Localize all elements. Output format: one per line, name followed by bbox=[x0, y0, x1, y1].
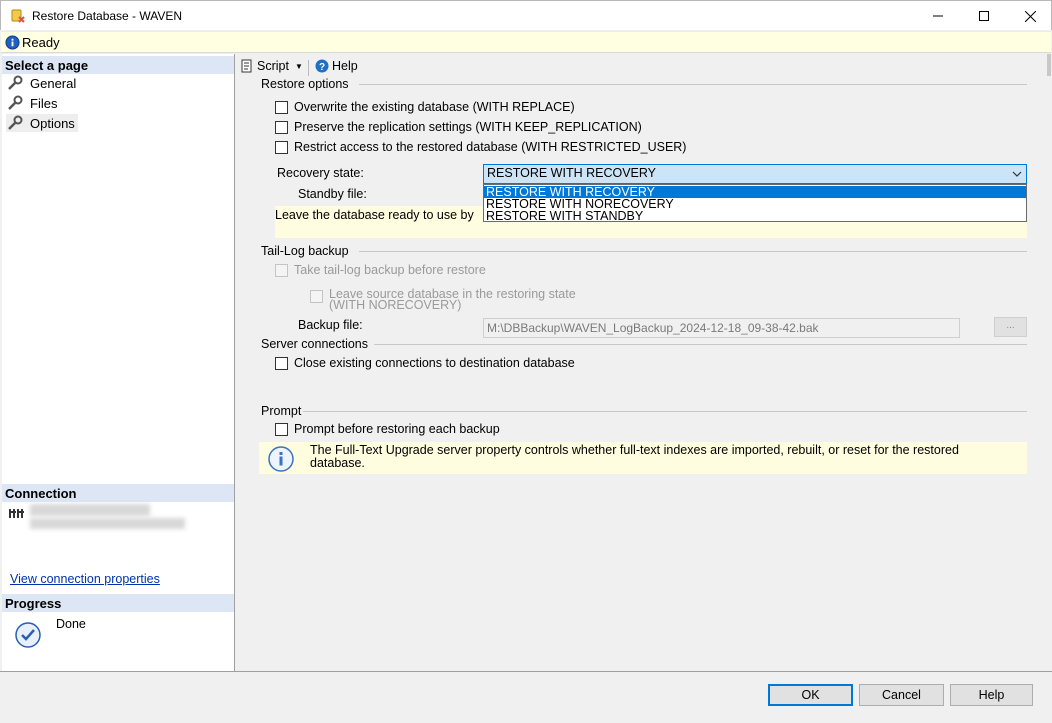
done-check-icon bbox=[15, 622, 41, 648]
scrollbar-thumb[interactable] bbox=[1047, 54, 1051, 76]
help-label: Help bbox=[332, 59, 358, 73]
prompt-before-restore-checkbox[interactable]: Prompt before restoring each backup bbox=[275, 422, 500, 436]
standby-file-label: Standby file: bbox=[298, 187, 367, 201]
close-connections-label: Close existing connections to destinatio… bbox=[294, 356, 575, 370]
ok-button[interactable]: OK bbox=[768, 684, 853, 706]
prompt-header: Prompt bbox=[261, 404, 302, 418]
title-bar: Restore Database - WAVEN bbox=[0, 0, 1052, 30]
restrict-access-checkbox[interactable]: Restrict access to the restored database… bbox=[275, 140, 686, 154]
page-item-label: Options bbox=[30, 115, 75, 131]
checkbox[interactable] bbox=[310, 290, 323, 303]
maximize-icon bbox=[979, 11, 989, 21]
section-divider bbox=[359, 84, 1027, 85]
take-tail-log-checkbox[interactable]: Take tail-log backup before restore bbox=[275, 263, 486, 277]
checkbox[interactable] bbox=[275, 140, 288, 154]
leave-source-label: Leave source database in the restoring s… bbox=[329, 287, 576, 312]
prompt-label: Prompt before restoring each backup bbox=[294, 422, 500, 436]
page-item-general[interactable]: General bbox=[6, 74, 76, 92]
leave-source-checkbox[interactable]: Leave source database in the restoring s… bbox=[310, 287, 576, 312]
tail-log-header: Tail-Log backup bbox=[261, 244, 349, 258]
help-icon: ? bbox=[315, 59, 329, 73]
page-item-label: Files bbox=[30, 95, 58, 111]
overwrite-checkbox[interactable]: Overwrite the existing database (WITH RE… bbox=[275, 100, 575, 114]
ready-note-text: Leave the database ready to use by bbox=[275, 208, 474, 222]
recovery-state-label: Recovery state: bbox=[277, 166, 364, 180]
preserve-label: Preserve the replication settings (WITH … bbox=[294, 120, 642, 134]
overwrite-label: Overwrite the existing database (WITH RE… bbox=[294, 100, 575, 114]
restrict-label: Restrict access to the restored database… bbox=[294, 140, 687, 154]
wrench-icon bbox=[8, 115, 23, 130]
restore-options-header: Restore options bbox=[261, 77, 349, 91]
connection-user-redacted bbox=[30, 518, 185, 529]
close-connections-checkbox[interactable]: Close existing connections to destinatio… bbox=[275, 356, 575, 370]
take-tail-label: Take tail-log backup before restore bbox=[294, 263, 486, 277]
status-bar: Ready bbox=[1, 31, 1051, 53]
close-button[interactable] bbox=[1007, 1, 1052, 31]
connection-icon bbox=[9, 509, 24, 518]
close-icon bbox=[1024, 10, 1036, 22]
page-item-label: General bbox=[30, 75, 77, 91]
options-page: Script ▼ ? Help Restore options Overwrit… bbox=[235, 54, 1051, 671]
server-connections-header: Server connections bbox=[261, 337, 369, 351]
chevron-down-icon[interactable] bbox=[1011, 169, 1023, 179]
section-divider bbox=[359, 251, 1027, 252]
connection-server-redacted bbox=[30, 504, 150, 516]
checkbox[interactable] bbox=[275, 356, 288, 370]
fulltext-info-text: The Full-Text Upgrade server property co… bbox=[310, 443, 959, 470]
maximize-button[interactable] bbox=[961, 1, 1007, 31]
checkbox[interactable] bbox=[275, 263, 288, 277]
script-button[interactable]: Script ▼ bbox=[240, 59, 303, 73]
script-label: Script bbox=[257, 59, 289, 73]
toolbar-separator bbox=[308, 60, 309, 76]
help-button[interactable]: ? Help bbox=[315, 59, 358, 73]
backup-file-label: Backup file: bbox=[298, 318, 363, 332]
checkbox[interactable] bbox=[275, 100, 288, 114]
connection-header: Connection bbox=[2, 484, 234, 502]
recovery-state-dropdown-list: RESTORE WITH RECOVERY RESTORE WITH NOREC… bbox=[483, 184, 1027, 222]
bottom-divider bbox=[0, 671, 1052, 672]
restore-database-icon bbox=[11, 9, 25, 23]
toolbar: Script ▼ ? Help bbox=[235, 54, 1051, 80]
recovery-state-select[interactable]: RESTORE WITH RECOVERY bbox=[483, 164, 1027, 184]
backup-file-input[interactable]: M:\DBBackup\WAVEN_LogBackup_2024-12-18_0… bbox=[483, 318, 960, 338]
page-item-options[interactable]: Options bbox=[6, 114, 78, 132]
svg-text:?: ? bbox=[319, 62, 325, 73]
section-divider bbox=[303, 411, 1027, 412]
checkbox[interactable] bbox=[275, 422, 288, 436]
progress-header: Progress bbox=[2, 594, 234, 612]
cancel-button[interactable]: Cancel bbox=[859, 684, 944, 706]
checkbox[interactable] bbox=[275, 120, 288, 134]
browse-button[interactable]: ... bbox=[994, 317, 1027, 337]
wrench-icon bbox=[8, 95, 23, 110]
window-title: Restore Database - WAVEN bbox=[32, 9, 183, 23]
info-icon bbox=[268, 446, 294, 472]
status-text: Ready bbox=[22, 35, 60, 50]
minimize-button[interactable] bbox=[915, 1, 961, 31]
chevron-down-icon: ▼ bbox=[294, 61, 303, 71]
minimize-icon bbox=[933, 15, 943, 17]
view-connection-properties-link[interactable]: View connection properties bbox=[10, 572, 160, 586]
left-pane: Select a page General Files Options Conn… bbox=[2, 54, 235, 671]
preserve-replication-checkbox[interactable]: Preserve the replication settings (WITH … bbox=[275, 120, 642, 134]
section-divider bbox=[374, 344, 1027, 345]
wrench-icon bbox=[8, 75, 23, 90]
select-page-header: Select a page bbox=[2, 56, 234, 74]
script-icon bbox=[241, 59, 252, 73]
page-item-files[interactable]: Files bbox=[6, 94, 57, 112]
dropdown-option[interactable]: RESTORE WITH STANDBY bbox=[484, 210, 1026, 223]
info-icon bbox=[5, 35, 20, 50]
help-dialog-button[interactable]: Help bbox=[950, 684, 1033, 706]
fulltext-info-box: The Full-Text Upgrade server property co… bbox=[259, 442, 1027, 474]
progress-status: Done bbox=[56, 617, 86, 631]
